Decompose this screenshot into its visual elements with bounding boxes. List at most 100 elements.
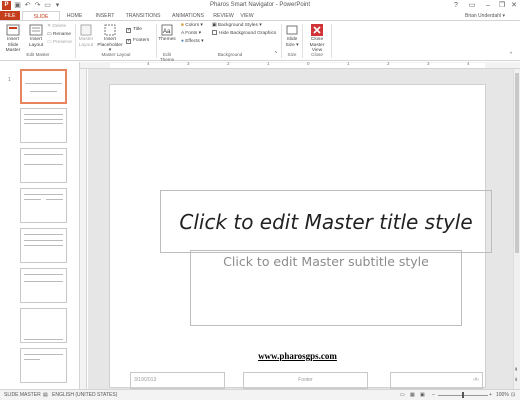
insert-slide-master-button[interactable]: Insert Slide Master	[2, 24, 24, 54]
thumbnail-line	[24, 274, 63, 275]
ruler-tick: 0	[307, 61, 310, 66]
thumbnail-line	[24, 119, 63, 120]
thumbnail-line	[24, 154, 63, 155]
footers-checkbox-box[interactable]: ✓	[126, 39, 131, 44]
status-bar: SLIDE MASTER ▤ ENGLISH (UNITED STATES) ▭…	[0, 389, 520, 400]
fit-to-window-icon[interactable]: ⊡	[511, 390, 515, 400]
thumbnail-line	[24, 245, 63, 246]
zoom-in-icon[interactable]: +	[489, 390, 492, 400]
thumbnail-layout[interactable]	[20, 228, 67, 263]
separator	[302, 24, 303, 58]
master-layout-icon	[80, 24, 92, 36]
themes-button[interactable]: Aa Themes	[158, 24, 176, 43]
thumbnail-layout[interactable]	[20, 108, 67, 143]
footer-placeholder[interactable]: Footer	[243, 372, 368, 389]
hide-background-graphics-checkbox[interactable]: Hide Background Graphics	[212, 30, 276, 37]
thumbnail-line	[24, 354, 63, 355]
close-master-view-icon	[311, 24, 323, 36]
horizontal-ruler: 4 3 2 1 0 1 2 3 4	[80, 61, 520, 69]
effects-button[interactable]: ● Effects ▾	[181, 38, 204, 45]
hide-background-graphics-box[interactable]	[212, 30, 217, 35]
thumbnail-line	[30, 91, 57, 92]
slideshow-view-icon[interactable]: ▣	[420, 390, 425, 400]
next-slide-icon[interactable]: ⇟	[514, 377, 518, 383]
thumbnail-slide-master[interactable]	[20, 69, 67, 104]
slide-sorter-icon[interactable]: ▦	[410, 390, 415, 400]
insert-slide-master-label: Insert Slide Master	[5, 37, 21, 53]
thumbnail-line	[24, 194, 63, 195]
slide-number-text: ‹#›	[472, 377, 479, 383]
thumbnail-line	[24, 339, 63, 340]
insert-placeholder-button[interactable]: Insert Placeholder ▾	[96, 24, 124, 54]
spelling-icon[interactable]: ▤	[43, 390, 48, 400]
separator	[331, 24, 332, 58]
insert-layout-button[interactable]: Insert Layout	[26, 24, 46, 48]
group-label-master-layout: Master Layout	[101, 52, 131, 57]
ruler-tick: 3	[427, 61, 430, 66]
zoom-out-icon[interactable]: –	[432, 390, 435, 400]
thumbnail-layout[interactable]	[20, 308, 67, 343]
slide-canvas[interactable]: Click to edit Master title style Click t…	[110, 85, 492, 389]
help-button[interactable]: ?	[448, 0, 464, 11]
thumbnail-layout[interactable]	[20, 268, 67, 303]
thumbnail-line	[24, 123, 63, 124]
delete-button[interactable]: ✕ Delete	[47, 23, 66, 30]
scrollbar-thumb[interactable]	[515, 73, 519, 253]
slide-size-label: Slide Size ▾	[285, 37, 299, 48]
date-text: 3/19/2013	[134, 377, 157, 383]
ruler-tick: 1	[347, 61, 350, 66]
master-layout-label: Master Layout	[78, 37, 94, 48]
group-label-close: Close	[311, 52, 323, 57]
themes-icon: Aa	[161, 24, 173, 36]
status-language[interactable]: ENGLISH (UNITED STATES)	[52, 390, 117, 400]
thumbnail-layout[interactable]	[20, 148, 67, 183]
slide-size-button[interactable]: Slide Size ▾	[283, 24, 301, 48]
fonts-button[interactable]: A Fonts ▾	[181, 30, 201, 37]
themes-label: Themes	[158, 37, 176, 42]
preserve-button[interactable]: ▭ Preserve	[47, 39, 72, 46]
thumbnail-line	[24, 240, 63, 241]
previous-slide-icon[interactable]: ⇞	[514, 367, 518, 373]
slide-editing-area: Click to edit Master title style Click t…	[88, 69, 513, 389]
title-checkbox[interactable]: ✓ Title	[126, 26, 142, 33]
ruler-tick: 2	[387, 61, 390, 66]
ruler-tick: 3	[187, 61, 190, 66]
insert-placeholder-icon	[104, 24, 116, 36]
thumbnail-line	[25, 83, 62, 84]
title-placeholder[interactable]: Click to edit Master title style	[160, 190, 492, 253]
master-thumbnail-number: 1	[8, 77, 11, 83]
close-window-button[interactable]: ✕	[506, 0, 520, 11]
normal-view-icon[interactable]: ▭	[400, 390, 405, 400]
vertical-scrollbar[interactable]: ⇞ ⇟	[513, 69, 520, 389]
ruler-tick: 4	[467, 61, 470, 66]
background-dialog-launcher-icon[interactable]: ↘	[274, 48, 277, 55]
thumbnail-layout[interactable]	[20, 188, 67, 223]
date-placeholder[interactable]: 3/19/2013	[130, 372, 225, 389]
master-layout-button[interactable]: Master Layout	[77, 24, 95, 48]
thumbnail-line	[24, 114, 63, 115]
collapse-ribbon-icon[interactable]: ^	[510, 51, 512, 58]
window-title: Pharos Smart Navigator - PowerPoint	[209, 2, 311, 8]
group-label-size: Size	[287, 52, 297, 57]
colors-button[interactable]: ■ Colors ▾	[181, 22, 203, 29]
ribbon-display-options-icon[interactable]: ▭	[464, 0, 480, 11]
subtitle-placeholder[interactable]: Click to edit Master subtitle style	[190, 250, 462, 326]
thumbnail-line	[24, 164, 63, 165]
background-styles-button[interactable]: ▣ Background Styles ▾	[212, 22, 262, 29]
thumbnail-layout[interactable]	[20, 348, 67, 383]
slide-number-placeholder[interactable]: ‹#›	[390, 372, 483, 389]
close-master-view-button[interactable]: Close Master View	[304, 24, 330, 54]
thumbnail-line	[24, 359, 40, 360]
title-checkbox-box[interactable]: ✓	[126, 28, 131, 33]
thumbnail-line	[24, 199, 41, 200]
ruler-tick: 4	[147, 61, 150, 66]
zoom-slider-thumb[interactable]	[462, 392, 464, 398]
footers-checkbox[interactable]: ✓ Footers	[126, 37, 149, 44]
group-label-background: Background	[217, 52, 243, 57]
ruler-tick: 1	[267, 61, 270, 66]
rename-button[interactable]: ▭ Rename	[47, 31, 71, 38]
insert-layout-label: Insert Layout	[28, 37, 44, 48]
zoom-level[interactable]: 100%	[496, 390, 509, 400]
ribbon: Insert Slide Master Insert Layout ✕ Dele…	[0, 20, 520, 62]
group-label-edit-master: Edit Master	[26, 52, 50, 57]
